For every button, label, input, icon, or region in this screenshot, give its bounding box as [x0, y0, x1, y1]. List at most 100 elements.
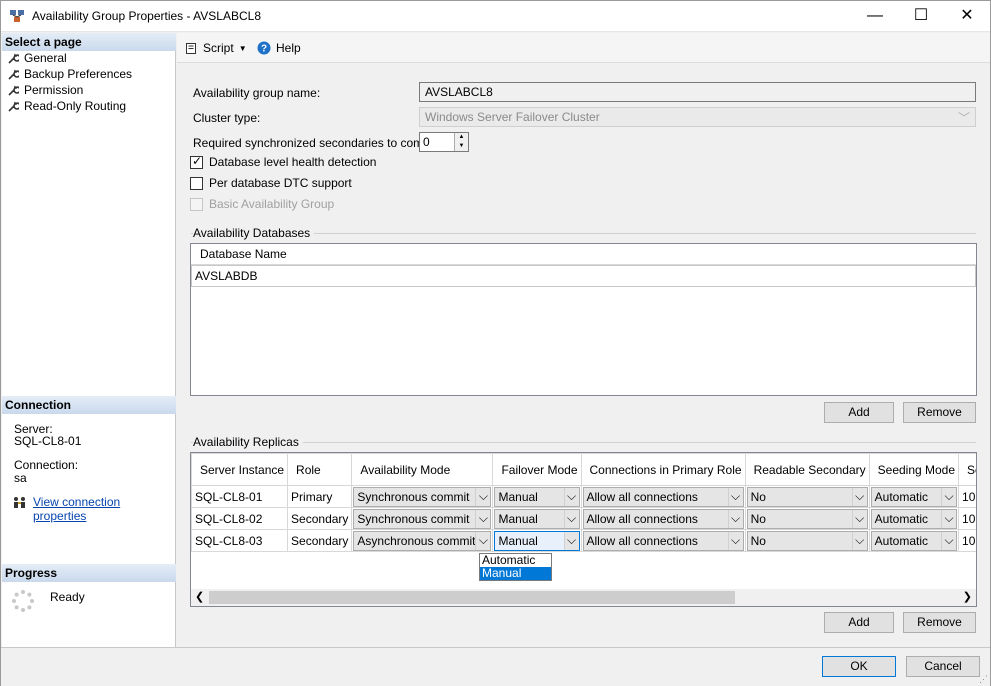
chevron-down-icon[interactable]: ⌵ — [941, 488, 956, 506]
connections-primary-select[interactable]: Allow all connections⌵ — [583, 531, 744, 551]
basic-ag-checkbox[interactable]: Basic Availability Group — [190, 197, 334, 211]
chevron-down-icon[interactable]: ⌵ — [852, 532, 867, 550]
availability-mode-select[interactable]: Asynchronous commit⌵ — [353, 531, 491, 551]
script-button[interactable]: Script ▼ — [185, 41, 247, 55]
combo-cell[interactable]: Manual⌵ — [493, 486, 581, 508]
chevron-down-icon[interactable]: ⌵ — [475, 510, 490, 528]
chevron-down-icon[interactable]: ⌵ — [564, 532, 579, 550]
readable-secondary-select[interactable]: No⌵ — [747, 531, 868, 551]
cell-session-timeout[interactable]: 10 — [959, 530, 977, 552]
db-health-checkbox[interactable]: ✓ Database level health detection — [190, 155, 376, 169]
checkbox-box: ✓ — [190, 156, 203, 169]
page-permission[interactable]: Permission — [8, 82, 83, 98]
add-database-button[interactable]: Add — [824, 402, 894, 423]
combo-cell[interactable]: No ⌵ — [745, 508, 869, 530]
combo-cell[interactable]: Asynchronous commit⌵ — [352, 530, 493, 552]
col-server-instance[interactable]: Server Instance — [192, 454, 288, 486]
col-readable-secondary[interactable]: Readable Secondary — [745, 454, 869, 486]
view-connection-properties-link[interactable]: View connection properties — [33, 495, 175, 523]
page-general[interactable]: General — [8, 50, 67, 66]
cell-role[interactable]: Secondary — [288, 530, 352, 552]
col-availability-mode[interactable]: Availability Mode — [352, 454, 493, 486]
chevron-down-icon[interactable]: ⌵ — [941, 532, 956, 550]
failover-mode-select[interactable]: Manual⌵ — [494, 487, 579, 507]
scroll-left-icon[interactable]: ❮ — [195, 590, 204, 603]
combo-cell[interactable]: Allow all connections⌵ — [581, 486, 745, 508]
select-value: No — [751, 512, 766, 526]
readable-secondary-select[interactable]: No ⌵ — [747, 509, 868, 529]
maximize-button[interactable]: ☐ — [898, 1, 944, 32]
col-seeding-mode[interactable]: Seeding Mode — [869, 454, 958, 486]
seeding-mode-select[interactable]: Automatic⌵ — [871, 509, 957, 529]
cell-server-instance[interactable]: SQL-CL8-01 — [192, 486, 288, 508]
combo-cell[interactable]: Synchronous commit⌵ — [352, 508, 493, 530]
combo-cell[interactable]: Allow all connections⌵ — [581, 530, 745, 552]
connections-primary-select[interactable]: Allow all connections⌵ — [583, 487, 744, 507]
cell-server-instance[interactable]: SQL-CL8-03 — [192, 530, 288, 552]
horizontal-scrollbar[interactable]: ❮ ❯ — [191, 589, 976, 606]
cell-role[interactable]: Primary — [288, 486, 352, 508]
resize-grip-icon[interactable]: ⋰ — [979, 674, 988, 685]
dropdown-option-manual[interactable]: Manual — [480, 567, 551, 580]
readable-secondary-select[interactable]: No⌵ — [747, 487, 868, 507]
col-role[interactable]: Role — [288, 454, 352, 486]
ag-name-field[interactable]: AVSLABCL8 — [419, 82, 976, 102]
chevron-down-icon[interactable]: ⌵ — [728, 532, 743, 550]
ok-button[interactable]: OK — [822, 656, 896, 677]
dtc-checkbox[interactable]: Per database DTC support — [190, 176, 352, 190]
table-row[interactable]: SQL-CL8-03SecondaryAsynchronous commit⌵M… — [192, 530, 978, 552]
seeding-mode-select[interactable]: Automatic⌵ — [871, 487, 957, 507]
spin-buttons[interactable]: ▲▼ — [454, 133, 468, 151]
table-row[interactable]: SQL-CL8-01PrimarySynchronous commit⌵Manu… — [192, 486, 978, 508]
availability-mode-select[interactable]: Synchronous commit⌵ — [353, 509, 491, 529]
cancel-button[interactable]: Cancel — [906, 656, 980, 677]
help-button[interactable]: ? Help — [257, 41, 301, 55]
failover-mode-select[interactable]: Manual⌵ — [494, 509, 579, 529]
chevron-down-icon[interactable]: ⌵ — [728, 488, 743, 506]
chevron-down-icon[interactable]: ⌵ — [852, 510, 867, 528]
close-button[interactable]: ✕ — [944, 1, 990, 32]
chevron-down-icon[interactable]: ⌵ — [475, 488, 490, 506]
combo-cell[interactable]: Automatic⌵ — [869, 486, 958, 508]
chevron-down-icon[interactable]: ⌵ — [728, 510, 743, 528]
combo-cell[interactable]: Manual⌵ — [493, 530, 581, 552]
cell-session-timeout[interactable]: 10 — [959, 508, 977, 530]
chevron-down-icon[interactable]: ⌵ — [564, 510, 579, 528]
database-name-header[interactable]: Database Name — [191, 244, 976, 265]
combo-cell[interactable]: No⌵ — [745, 486, 869, 508]
table-row[interactable]: SQL-CL8-02SecondarySynchronous commit⌵Ma… — [192, 508, 978, 530]
combo-cell[interactable]: Automatic⌵ — [869, 508, 958, 530]
combo-cell[interactable]: Manual⌵ — [493, 508, 581, 530]
add-replica-button[interactable]: Add — [824, 612, 894, 633]
page-read-only-routing[interactable]: Read-Only Routing — [8, 98, 126, 114]
minimize-button[interactable]: — — [852, 1, 898, 32]
col-failover-mode[interactable]: Failover Mode — [493, 454, 581, 486]
col-connections-primary[interactable]: Connections in Primary Role — [581, 454, 745, 486]
combo-cell[interactable]: Allow all connections⌵ — [581, 508, 745, 530]
seeding-mode-select[interactable]: Automatic⌵ — [871, 531, 957, 551]
scroll-right-icon[interactable]: ❯ — [963, 590, 972, 603]
cell-server-instance[interactable]: SQL-CL8-02 — [192, 508, 288, 530]
remove-replica-button[interactable]: Remove — [903, 612, 976, 633]
chevron-down-icon[interactable]: ⌵ — [564, 488, 579, 506]
remove-database-button[interactable]: Remove — [903, 402, 976, 423]
failover-mode-select[interactable]: Manual⌵ — [494, 531, 579, 551]
availability-mode-select[interactable]: Synchronous commit⌵ — [353, 487, 491, 507]
connections-primary-select[interactable]: Allow all connections⌵ — [583, 509, 744, 529]
cell-role[interactable]: Secondary — [288, 508, 352, 530]
replicas-header-row: Server Instance Role Availability Mode F… — [192, 454, 978, 486]
req-sync-stepper[interactable]: 0 ▲▼ — [419, 132, 469, 152]
page-backup-preferences[interactable]: Backup Preferences — [8, 66, 132, 82]
select-page-header: Select a page — [2, 33, 176, 51]
scrollbar-thumb[interactable] — [209, 591, 735, 604]
combo-cell[interactable]: No⌵ — [745, 530, 869, 552]
chevron-down-icon[interactable]: ⌵ — [941, 510, 956, 528]
table-row[interactable]: AVSLABDB — [191, 265, 976, 287]
chevron-down-icon[interactable]: ⌵ — [475, 532, 490, 550]
combo-cell[interactable]: Synchronous commit⌵ — [352, 486, 493, 508]
cluster-type-select[interactable]: Windows Server Failover Cluster ﹀ — [419, 107, 976, 127]
cell-session-timeout[interactable]: 10 — [959, 486, 977, 508]
chevron-down-icon[interactable]: ⌵ — [852, 488, 867, 506]
col-session-timeout[interactable]: Session Timeout (seconds) — [959, 454, 977, 486]
combo-cell[interactable]: Automatic⌵ — [869, 530, 958, 552]
